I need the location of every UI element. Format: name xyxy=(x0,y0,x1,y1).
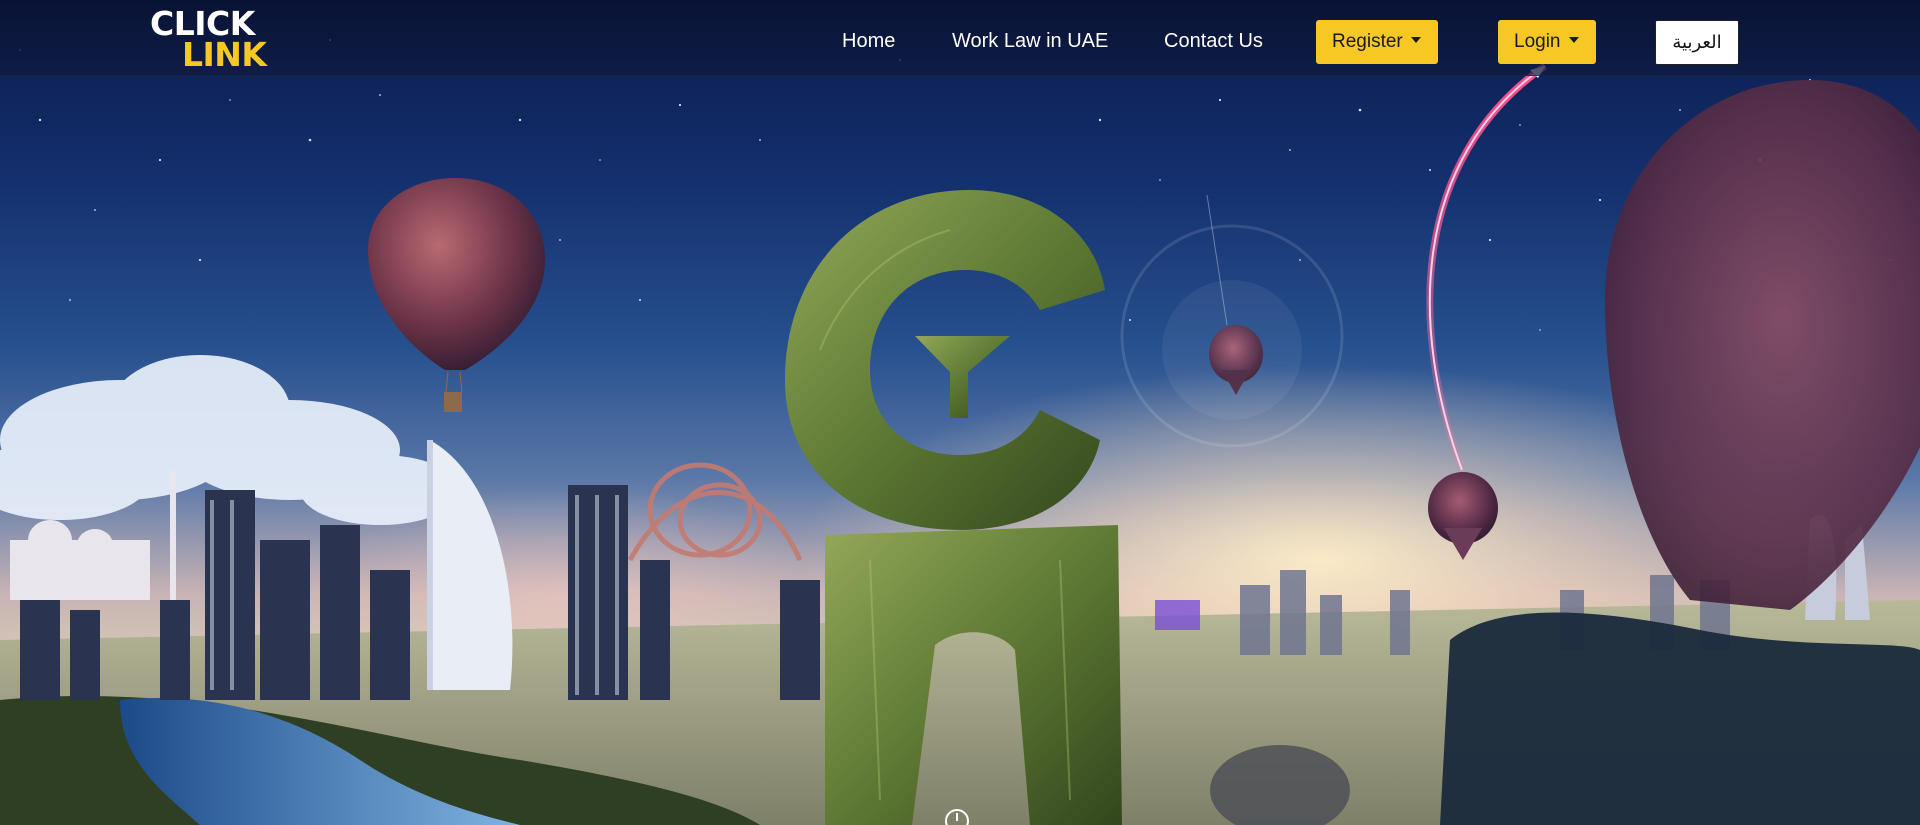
logo-line-2: LINK xyxy=(182,35,267,74)
hero-banner xyxy=(0,0,1920,825)
register-dropdown-button[interactable]: Register xyxy=(1316,20,1438,64)
hero-illustration xyxy=(0,63,1920,825)
login-label: Login xyxy=(1514,31,1561,52)
login-dropdown-button[interactable]: Login xyxy=(1498,20,1596,64)
click-link-logo[interactable]: CLICK LINK xyxy=(150,7,276,74)
site-header: CLICK LINK Home Work Law in UAE Contact … xyxy=(0,0,1920,76)
nav-home-link[interactable]: Home xyxy=(842,29,895,53)
nav-work-law-link[interactable]: Work Law in UAE xyxy=(952,29,1108,53)
register-label: Register xyxy=(1332,31,1403,52)
caret-down-icon xyxy=(1568,36,1579,43)
caret-down-icon xyxy=(1410,36,1421,43)
balloon-right xyxy=(1428,472,1498,560)
nav-contact-link[interactable]: Contact Us xyxy=(1164,29,1263,53)
scroll-down-icon[interactable] xyxy=(944,808,970,825)
balloon-left xyxy=(368,178,545,412)
language-switch-button[interactable]: العربية xyxy=(1655,20,1739,65)
